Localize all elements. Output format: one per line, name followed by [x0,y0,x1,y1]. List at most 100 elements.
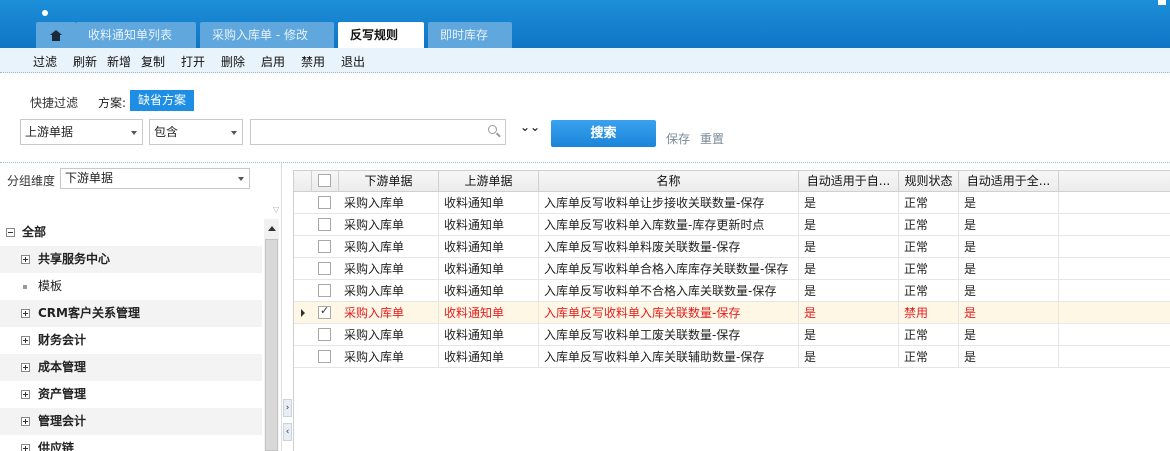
cell-up: 收料通知单 [439,258,539,280]
row-checkbox[interactable] [318,196,331,209]
search-icon[interactable] [488,125,497,134]
chevron-left-icon[interactable]: ‹ [283,423,292,441]
cell-down: 采购入库单 [339,236,439,258]
col-name[interactable]: 名称 [539,171,799,192]
cell-status: 禁用 [899,302,959,324]
default-scheme-button[interactable]: 缺省方案 [130,90,195,111]
toolbar: 过滤 刷新 新增 复制 打开 删除 启用 禁用 退出 [0,48,1170,73]
tree-node[interactable]: 模板 [0,273,262,300]
row-checkbox[interactable] [318,304,331,319]
table-row[interactable]: 采购入库单 收料通知单 入库单反写收料单入库数量-库存更新时点是正常是 [294,214,1170,236]
reset-link[interactable]: 重置 [700,130,724,147]
row-checkbox[interactable] [318,284,331,297]
cell-down: 采购入库单 [339,346,439,368]
tree-node[interactable]: 全部 [0,219,262,246]
row-checkbox[interactable] [318,240,331,253]
copy-button[interactable]: 复制 [141,53,165,70]
chevron-down-icon [131,131,137,135]
row-checkbox[interactable] [318,328,331,341]
table-row[interactable]: 采购入库单 收料通知单 入库单反写收料单入库关联辅助数量-保存是正常是 [294,346,1170,368]
col-auto-all[interactable]: 自动适用于全... [959,171,1059,192]
col-auto-self[interactable]: 自动适用于自... [799,171,899,192]
new-button[interactable]: 新增 [107,53,131,70]
tab-home[interactable] [36,22,76,48]
cell-auto-self: 是 [799,324,899,346]
cell-name: 入库单反写收料单合格入库库存关联数量-保存 [539,258,799,280]
expand-icon[interactable] [21,309,30,318]
tab-strip: 收料通知单列表 采购入库单 - 修改 反写规则× 即时库存 [0,22,1170,48]
cell-auto-self: 是 [799,214,899,236]
row-checkbox[interactable] [318,218,331,231]
table-row[interactable]: 采购入库单 收料通知单 入库单反写收料单工废关联数量-保存是正常是 [294,324,1170,346]
col-rule-status[interactable]: 规则状态 [899,171,959,192]
expand-icon[interactable] [21,444,30,451]
col-upstream[interactable]: 上游单据 [439,171,539,192]
cell-up: 收料通知单 [439,236,539,258]
cell-name: 入库单反写收料单工废关联数量-保存 [539,324,799,346]
cell-status: 正常 [899,192,959,214]
select-all-checkbox[interactable] [318,174,331,187]
group-dimension-label: 分组维度 [7,174,56,188]
tab-receipt-notice-list[interactable]: 收料通知单列表 [76,22,196,48]
tree-node[interactable]: 共享服务中心 [0,246,262,273]
tree-node[interactable]: 供应链 [0,435,262,451]
cell-down: 采购入库单 [339,324,439,346]
filter-operator-select[interactable]: 包含 [149,119,243,145]
table-row[interactable]: 采购入库单收料通知单入库单反写收料单入库关联数量-保存是禁用是 [294,302,1170,324]
save-link[interactable]: 保存 [666,130,690,147]
expand-icon[interactable] [21,390,30,399]
table-row[interactable]: 采购入库单 收料通知单 入库单反写收料单合格入库库存关联数量-保存是正常是 [294,258,1170,280]
chevron-down-icon [238,177,244,181]
open-button[interactable]: 打开 [181,53,205,70]
select-all-header [312,171,339,192]
tree-scrollbar[interactable] [264,219,279,451]
collapse-icon[interactable] [6,228,15,237]
table-row[interactable]: 采购入库单 收料通知单 入库单反写收料单让步接收关联数量-保存是正常是 [294,192,1170,214]
table-row[interactable]: 采购入库单 收料通知单 入库单反写收料单料废关联数量-保存是正常是 [294,236,1170,258]
scroll-thumb[interactable] [265,239,278,451]
tab-purchase-inbound-edit[interactable]: 采购入库单 - 修改 [200,22,334,48]
expand-icon[interactable] [21,336,30,345]
refresh-button[interactable]: 刷新 [73,53,97,70]
expand-icon[interactable] [21,417,30,426]
tab-writeback-rules[interactable]: 反写规则× [338,22,424,48]
col-downstream[interactable]: 下游单据 [339,171,439,192]
expand-filter-icon[interactable]: ⌄⌄ [520,121,540,133]
filter-button[interactable]: 过滤 [33,53,57,70]
exit-button[interactable]: 退出 [341,53,365,70]
tree-node[interactable]: CRM客户关系管理 [0,300,262,327]
cell-up: 收料通知单 [439,302,539,324]
scroll-up-icon[interactable] [268,226,276,231]
row-checkbox[interactable] [318,262,331,275]
quick-filter-label: 快捷过滤 [30,96,79,110]
group-panel: 分组维度 下游单据 ▽ 全部 共享服务中心 模板 CRM客户关系管理 财务会计 … [0,163,281,451]
cell-auto-self: 是 [799,280,899,302]
disable-button[interactable]: 禁用 [301,53,325,70]
expand-icon[interactable] [21,255,30,264]
cell-auto-all: 是 [959,280,1059,302]
group-dimension-select[interactable]: 下游单据 [60,168,250,189]
enable-button[interactable]: 启用 [261,53,285,70]
cell-status: 正常 [899,280,959,302]
chevron-right-icon[interactable]: › [283,399,292,417]
tab-realtime-stock[interactable]: 即时库存 [428,22,512,48]
filter-field-select[interactable]: 上游单据 [20,119,143,145]
tree-node[interactable]: 资产管理 [0,381,262,408]
top-header: 收料通知单列表 采购入库单 - 修改 反写规则× 即时库存 [0,0,1170,48]
expand-icon[interactable] [21,363,30,372]
cell-auto-all: 是 [959,236,1059,258]
window-control[interactable] [1158,0,1166,5]
leaf-icon [23,285,27,289]
table-row[interactable]: 采购入库单 收料通知单 入库单反写收料单不合格入库关联数量-保存是正常是 [294,280,1170,302]
search-button[interactable]: 搜索 [551,120,656,147]
logo-mark [42,10,48,16]
grid-header: 下游单据 上游单据 名称 自动适用于自... 规则状态 自动适用于全... [294,170,1170,192]
tree-node[interactable]: 成本管理 [0,354,262,381]
search-input[interactable] [250,119,506,145]
panel-splitter[interactable]: › ‹ [281,163,292,451]
cell-auto-all: 是 [959,324,1059,346]
tree-node[interactable]: 财务会计 [0,327,262,354]
delete-button[interactable]: 删除 [221,53,245,70]
row-checkbox[interactable] [318,350,331,363]
tree-node[interactable]: 管理会计 [0,408,262,435]
